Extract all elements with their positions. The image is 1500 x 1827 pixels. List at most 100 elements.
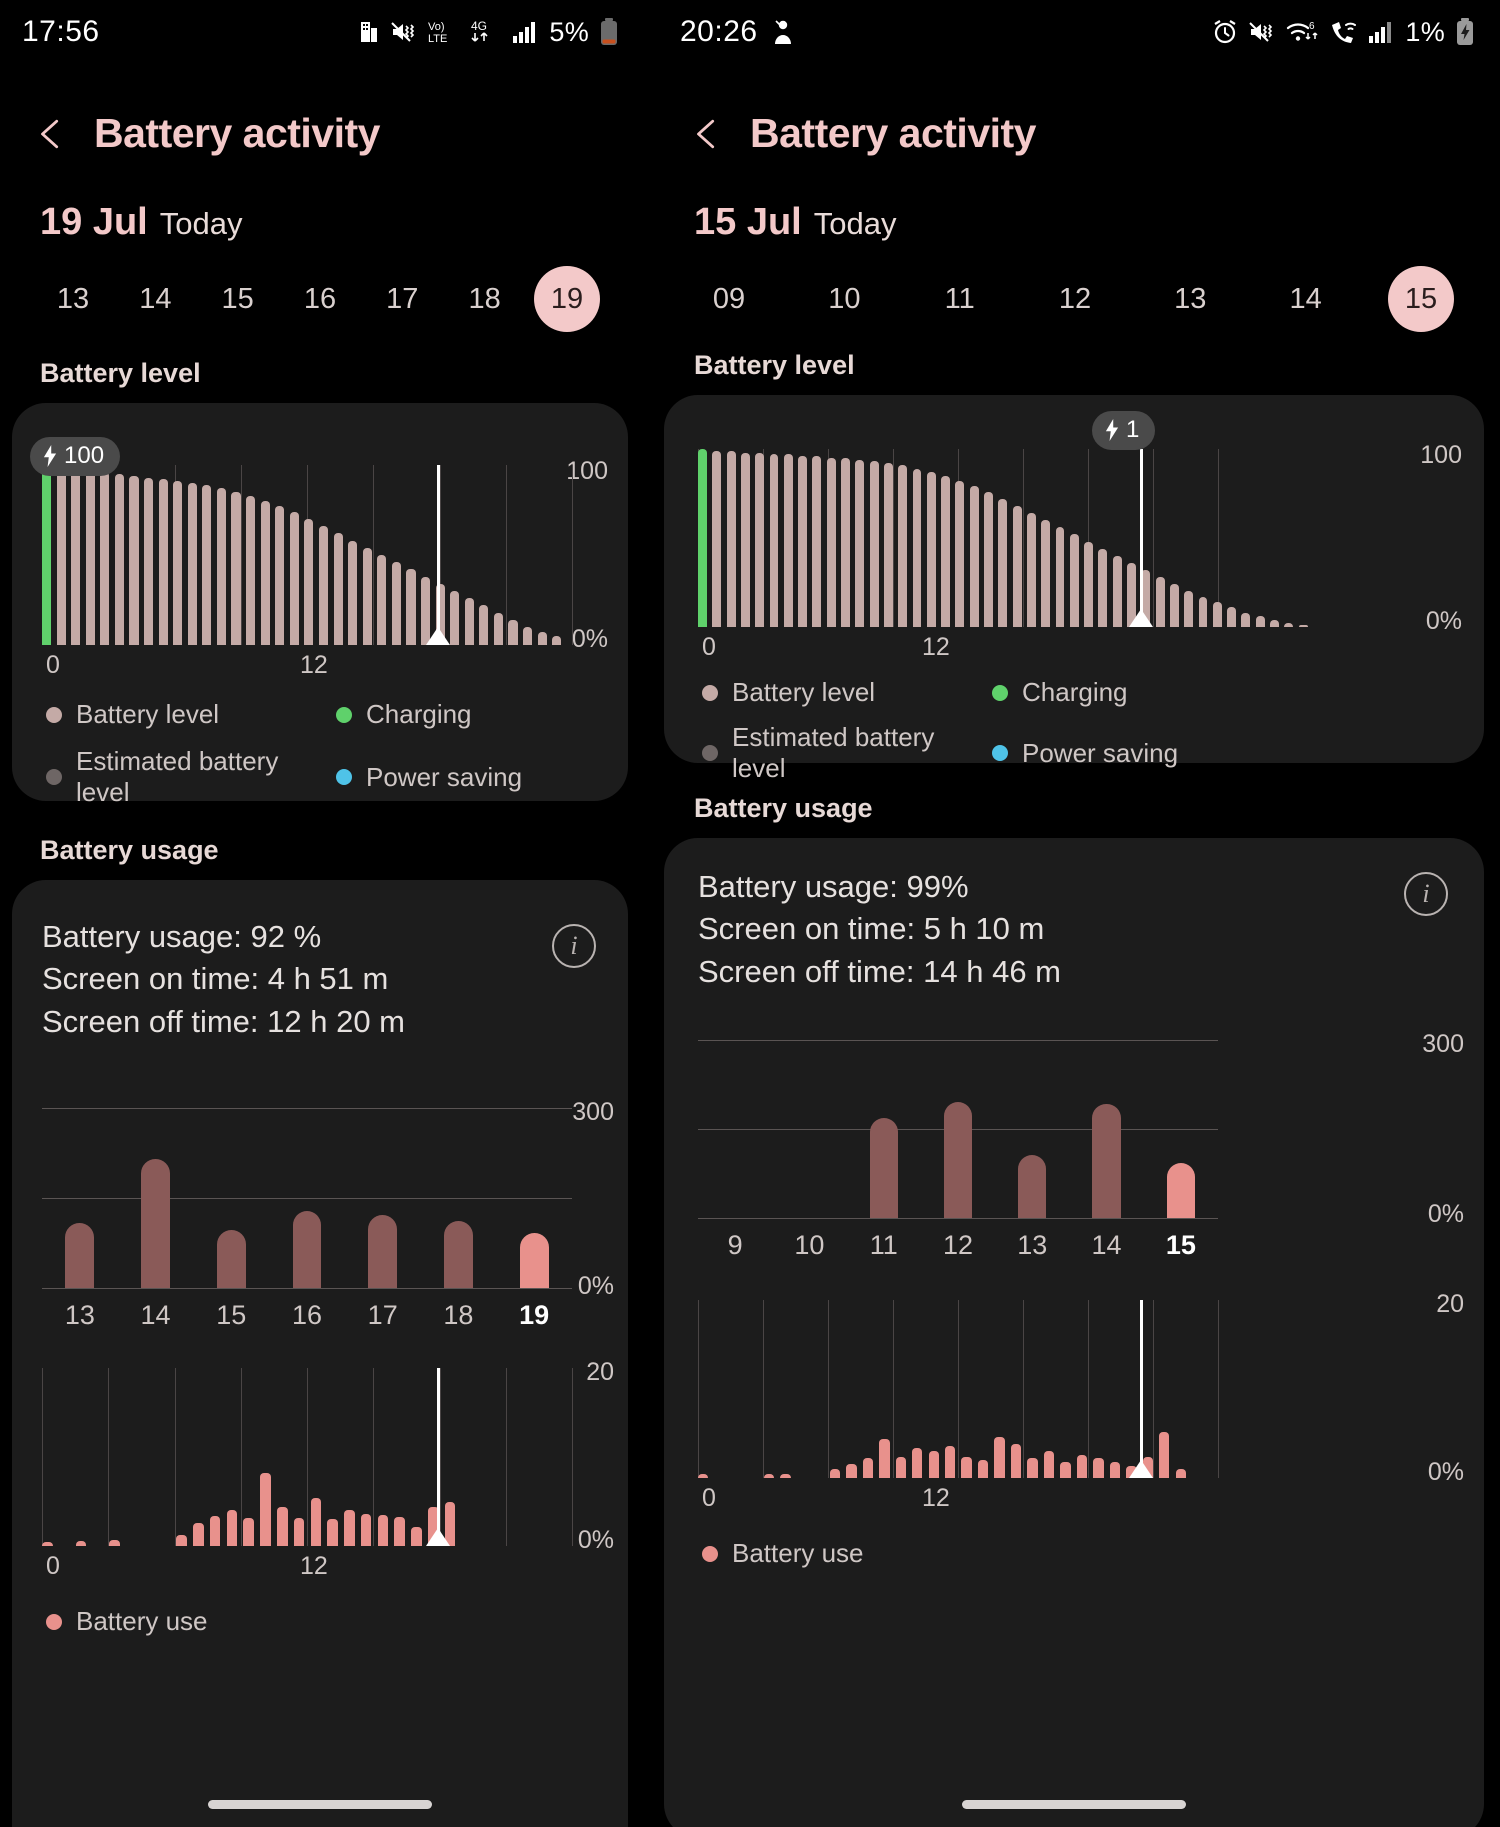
info-icon[interactable]: i [552,924,596,968]
svg-text:6: 6 [1309,21,1315,32]
left-day-selector[interactable]: 13 14 15 16 17 18 19 [0,244,640,332]
grid-line [1218,1300,1219,1478]
level-bar [1084,541,1094,627]
svg-text:LTE: LTE [428,33,447,45]
hourly-bar [928,1451,939,1478]
day-tab-12[interactable]: 12 [1042,266,1108,332]
left-date-heading: 19 Jul Today [0,157,640,244]
level-bar [100,472,110,645]
level-bar [348,540,358,645]
grid-line [1088,1300,1089,1478]
daily-axis-label: 9 [727,1230,743,1260]
day-tab-09[interactable]: 09 [696,266,762,332]
back-chevron-icon[interactable] [690,117,724,151]
bolt-icon [43,445,57,467]
battery-level-section-label: Battery level [40,358,201,388]
legend-dot-charging [336,706,352,723]
level-bar [941,475,951,627]
day-tab-16[interactable]: 16 [287,266,353,332]
left-usage-summary: Battery usage: 92 % Screen on time: 4 h … [42,916,405,1043]
right-nav-pill[interactable] [962,1800,1186,1809]
day-tab-15-selected[interactable]: 15 [1387,266,1454,332]
battery-usage-section-label: Battery usage [694,793,873,823]
legend-label-battery-use: Battery use [732,1538,864,1568]
now-line [1140,1300,1143,1478]
level-bar [187,483,197,645]
hourly-bar [1060,1461,1071,1478]
legend-estimated-level: Estimated battery level [702,722,992,784]
grid-line [240,465,242,645]
level-bar [42,465,52,645]
level-bar [798,456,808,627]
level-bar [391,562,401,645]
usage-axis-top: 300 [572,1098,614,1126]
status-icons: 6 1% [1212,17,1474,48]
hourly-bar [945,1445,956,1478]
legend-label-charging: Charging [1022,677,1128,707]
level-bar [755,452,765,627]
battery-usage-section-label: Battery usage [40,835,219,865]
screen-divider [640,0,648,1827]
level-bar [1155,577,1165,627]
info-icon[interactable]: i [1404,872,1448,916]
level-bar [304,519,314,645]
hourly-bar [1010,1444,1022,1478]
hourly-bar [327,1519,338,1546]
day-tab-14[interactable]: 14 [1273,266,1339,332]
day-tab-10[interactable]: 10 [811,266,877,332]
status-time: 20:26 [680,15,758,48]
level-bar [1298,625,1308,627]
left-nav-pill[interactable] [208,1800,432,1809]
back-chevron-icon[interactable] [34,117,68,151]
hourly-bar [75,1540,87,1546]
hourly-bar [260,1473,271,1546]
legend-charging: Charging [336,699,596,730]
daily-bar [444,1220,473,1288]
day-tab-18[interactable]: 18 [452,266,518,332]
status-time: 17:56 [22,15,100,48]
daily-axis-label: 13 [64,1300,95,1330]
wifi-calling-icon [1332,22,1357,43]
grid-line [307,1368,308,1546]
4g-data-icon: 4G [471,19,488,42]
day-tab-17[interactable]: 17 [369,266,435,332]
level-bar [698,449,707,627]
level-bar [969,486,979,627]
right-daily-usage-chart: 9 10 11 12 13 14 15 [698,1040,1218,1260]
charge-badge: 100 [30,437,121,476]
daily-axis-label: 16 [291,1300,323,1330]
level-bar [333,533,343,645]
level-hour-mid: 12 [300,651,328,679]
level-bar [898,465,908,627]
hourly-axis-bottom: 0% [577,1526,614,1554]
day-tab-11[interactable]: 11 [927,266,993,332]
day-tab-13[interactable]: 13 [40,266,106,332]
hourly-bar [846,1463,857,1478]
hourly-bar [977,1460,989,1478]
level-bar [1041,520,1051,627]
day-tab-13[interactable]: 13 [1157,266,1223,332]
level-bar [998,498,1008,627]
volte-icon: Vo)LTE [428,21,447,45]
grid-line [893,1300,894,1478]
level-bar [1112,555,1122,627]
hourly-bar [42,1542,53,1546]
day-tab-14[interactable]: 14 [122,266,188,332]
level-bar [1069,534,1079,627]
level-bar [202,484,212,645]
left-daily-usage-chart: 13 14 15 16 17 18 19 [42,1108,572,1330]
legend-battery-level: Battery level [702,677,992,708]
left-level-legend: Battery level Charging Estimated battery… [46,699,606,808]
today-label: Today [159,206,243,241]
level-bar [1169,584,1179,627]
day-tab-15[interactable]: 15 [205,266,271,332]
day-tab-19-selected[interactable]: 19 [533,266,600,332]
grid-line [373,1368,375,1546]
level-bar [158,479,168,645]
hourly-bar [276,1506,288,1546]
hourly-bar [411,1527,422,1546]
hourly-bar [1076,1454,1088,1478]
hourly-bar [209,1515,221,1546]
legend-label-charging: Charging [366,699,472,729]
right-day-selector[interactable]: 09 10 11 12 13 14 15 [648,244,1500,332]
